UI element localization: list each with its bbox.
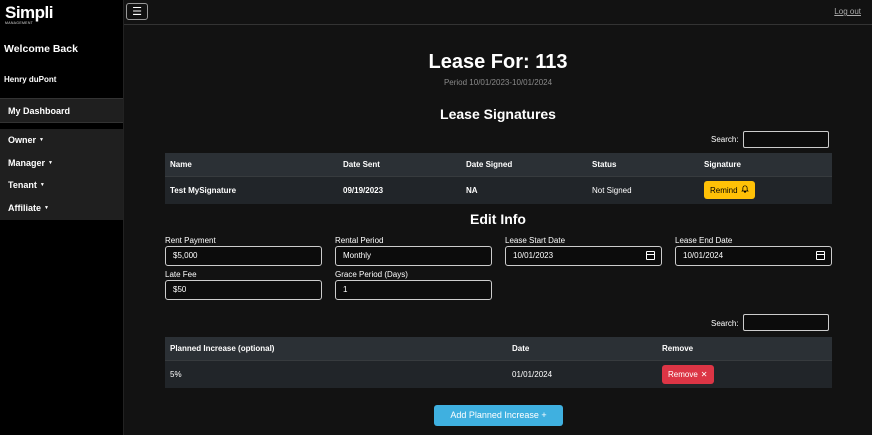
rent-payment-label: Rent Payment — [165, 236, 216, 245]
grace-period-input[interactable]: 1 — [335, 280, 492, 300]
date-signed: NA — [461, 175, 587, 204]
signatures-title: Lease Signatures — [440, 106, 556, 122]
increases-search-label: Search: — [711, 319, 739, 328]
sidebar: Simpli MANAGEMENT Welcome Back Henry duP… — [0, 0, 124, 435]
sidebar-item-manager[interactable]: Manager ▼ — [0, 152, 123, 175]
rent-payment-value: $5,000 — [173, 251, 198, 260]
rental-period-input[interactable]: Monthly — [335, 246, 492, 266]
hamburger-icon: ☰ — [132, 6, 142, 18]
lease-end-label: Lease End Date — [675, 236, 733, 245]
add-button-label: Add Planned Increase — [450, 410, 539, 420]
late-fee-label: Late Fee — [165, 270, 197, 279]
lease-start-value: 10/01/2023 — [513, 251, 554, 260]
table-row: 5% 01/01/2024 Remove ✕ — [165, 359, 832, 388]
table-row: Test MySignature 09/19/2023 NA Not Signe… — [165, 175, 832, 204]
column-header-name: Name — [165, 153, 338, 176]
column-header-increase: Planned Increase (optional) — [165, 337, 507, 360]
sidebar-item-label: Affiliate — [8, 202, 42, 213]
sidebar-menu: Owner ▼ Manager ▼ Tenant ▼ Affiliate ▼ — [0, 129, 123, 220]
remind-button[interactable]: Remind — [704, 181, 755, 200]
signatures-table: Name Date Sent Date Signed Status Signat… — [165, 153, 832, 204]
table-header-row: Planned Increase (optional) Date Remove — [165, 337, 832, 360]
plus-icon: + — [541, 410, 547, 420]
lease-end-value: 10/01/2024 — [683, 251, 724, 260]
sidebar-item-label: Manager — [8, 157, 46, 168]
logo[interactable]: Simpli MANAGEMENT — [5, 4, 65, 26]
close-icon: ✕ — [700, 369, 708, 379]
lease-start-input[interactable]: 10/01/2023 — [505, 246, 662, 266]
welcome-heading: Welcome Back — [4, 43, 78, 55]
rent-payment-input[interactable]: $5,000 — [165, 246, 322, 266]
rental-period-label: Rental Period — [335, 236, 384, 245]
page-title: Lease For: 113 — [428, 51, 568, 73]
table-header-row: Name Date Sent Date Signed Status Signat… — [165, 153, 832, 176]
top-bar: ☰ Log out — [124, 0, 872, 25]
late-fee-input[interactable]: $50 — [165, 280, 322, 300]
grace-period-label: Grace Period (Days) — [335, 270, 408, 279]
signatures-search-input[interactable] — [743, 131, 829, 148]
caret-down-icon: ▼ — [44, 204, 49, 211]
caret-down-icon: ▼ — [39, 182, 45, 188]
sidebar-item-owner[interactable]: Owner ▼ — [0, 129, 123, 152]
logo-text: Simpli — [5, 3, 54, 22]
add-planned-increase-button[interactable]: Add Planned Increase + — [434, 405, 563, 426]
sidebar-item-label: Owner — [8, 135, 37, 145]
late-fee-value: $50 — [173, 285, 187, 294]
column-header-remove: Remove — [657, 337, 832, 360]
column-header-signature: Signature — [699, 153, 832, 176]
username: Henry duPont — [4, 75, 57, 84]
date-sent: 09/19/2023 — [338, 175, 461, 204]
signatures-search-label: Search: — [711, 135, 739, 144]
remove-button[interactable]: Remove ✕ — [662, 364, 714, 384]
calendar-icon[interactable] — [646, 251, 655, 260]
logout-link[interactable]: Log out — [834, 7, 861, 16]
column-header-date: Date — [507, 337, 657, 360]
sidebar-item-label: Tenant — [8, 180, 37, 190]
remove-cell: Remove ✕ — [657, 359, 832, 388]
lease-period: Period 10/01/2023-10/01/2024 — [443, 78, 553, 87]
increase-value: 5% — [165, 359, 507, 388]
rental-period-value: Monthly — [343, 251, 372, 260]
increases-table: Planned Increase (optional) Date Remove … — [165, 337, 832, 388]
edit-info-title: Edit Info — [470, 211, 526, 227]
sidebar-item-tenant[interactable]: Tenant ▼ — [0, 174, 123, 197]
bell-icon — [740, 185, 749, 195]
signature-cell: Remind — [699, 175, 832, 204]
column-header-status: Status — [587, 153, 699, 176]
sidebar-item-dashboard[interactable]: My Dashboard — [0, 98, 123, 123]
caret-down-icon: ▼ — [39, 137, 44, 143]
lease-start-label: Lease Start Date — [505, 236, 566, 245]
caret-down-icon: ▼ — [48, 159, 53, 166]
grace-period-value: 1 — [343, 285, 348, 294]
menu-toggle-button[interactable]: ☰ — [126, 3, 148, 20]
sidebar-item-affiliate[interactable]: Affiliate ▼ — [0, 197, 123, 220]
increases-search-input[interactable] — [743, 314, 829, 331]
remove-button-label: Remove — [668, 369, 698, 379]
signature-status: Not Signed — [587, 175, 699, 204]
remind-button-label: Remind — [710, 185, 738, 195]
signer-name: Test MySignature — [165, 175, 338, 204]
column-header-date-sent: Date Sent — [338, 153, 461, 176]
increase-date: 01/01/2024 — [507, 359, 657, 388]
calendar-icon[interactable] — [816, 251, 825, 260]
lease-end-input[interactable]: 10/01/2024 — [675, 246, 832, 266]
column-header-date-signed: Date Signed — [461, 153, 587, 176]
